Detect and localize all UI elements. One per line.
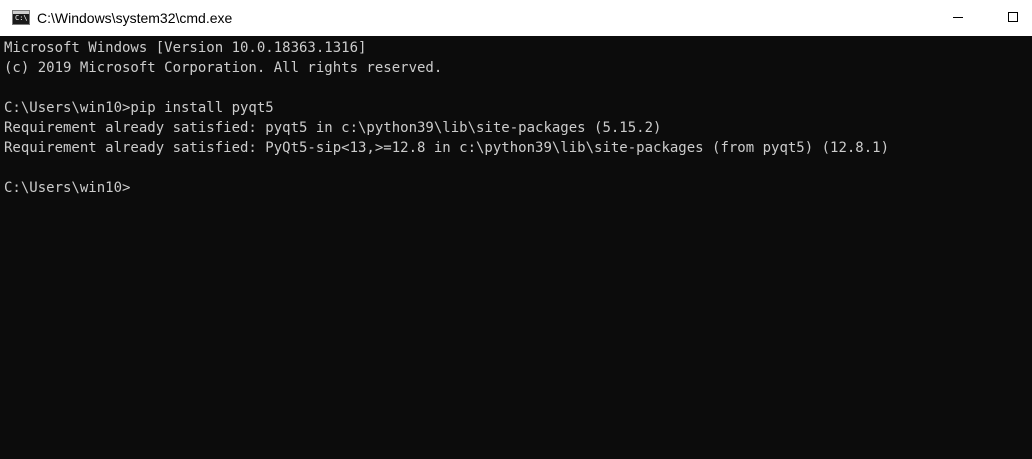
console-line-version: Microsoft Windows [Version 10.0.18363.13… [4,40,367,56]
console-line-output: Requirement already satisfied: PyQt5-sip… [4,140,890,156]
maximize-icon [1008,12,1018,22]
window-title: C:\Windows\system32\cmd.exe [37,10,233,26]
console-line-command: C:\Users\win10>pip install pyqt5 [4,100,274,116]
console-output[interactable]: Microsoft Windows [Version 10.0.18363.13… [0,36,1032,459]
title-bar[interactable]: C:\ C:\Windows\system32\cmd.exe [0,0,1032,36]
minimize-icon [953,17,963,18]
command-prompt-icon[interactable]: C:\ [12,10,30,25]
console-line-blank [4,78,889,98]
minimize-button[interactable] [935,0,981,36]
console-lines: Microsoft Windows [Version 10.0.18363.13… [4,38,889,198]
maximize-button[interactable] [990,0,1032,36]
icon-glyph: C:\ [15,14,28,22]
console-line-copyright: (c) 2019 Microsoft Corporation. All righ… [4,60,443,76]
cmd-window: C:\ C:\Windows\system32\cmd.exe Microsof… [0,0,1032,459]
console-line-output: Requirement already satisfied: pyqt5 in … [4,120,662,136]
console-line-blank [4,158,889,178]
console-prompt[interactable]: C:\Users\win10> [4,178,889,198]
